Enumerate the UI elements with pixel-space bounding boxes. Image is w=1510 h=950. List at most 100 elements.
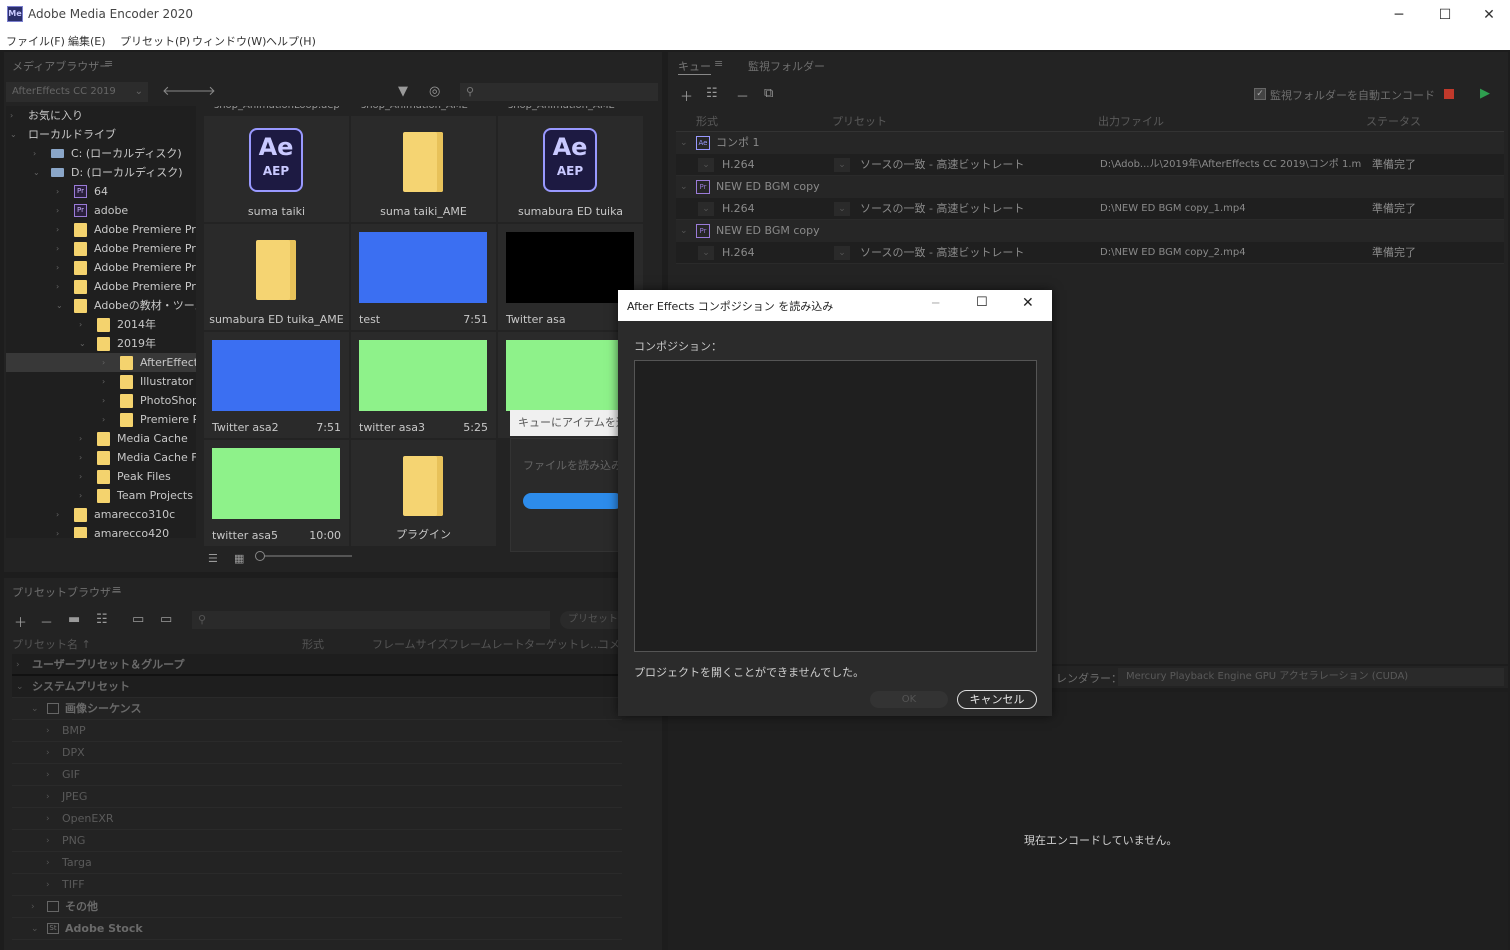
media-item[interactable]: suma taiki_AME (351, 116, 496, 222)
new-group-icon[interactable]: ▬ (68, 612, 80, 627)
dialog-close-button[interactable]: ✕ (1022, 295, 1034, 311)
stop-icon[interactable] (1444, 89, 1454, 99)
add-preset-icon[interactable]: ＋ (14, 612, 27, 631)
tree-item[interactable]: › AfterEffects (6, 353, 196, 372)
preset-dropdown-icon[interactable]: ⌄ (834, 158, 850, 172)
expand-arrow-icon[interactable]: ⌄ (56, 296, 63, 315)
media-item[interactable]: プラグイン (351, 440, 496, 546)
media-item[interactable]: twitter asa3 5:25 (351, 332, 496, 438)
expand-arrow-icon[interactable]: › (46, 720, 50, 742)
expand-arrow-icon[interactable]: › (56, 220, 59, 239)
expand-arrow-icon[interactable]: › (102, 353, 105, 372)
composition-list[interactable] (634, 360, 1037, 652)
tree-item[interactable]: › amarecco310c (6, 505, 196, 524)
col-output[interactable]: 出力ファイル (1098, 112, 1164, 132)
queue-source-row[interactable]: ⌄ Ae コンポ 1 (676, 132, 1504, 154)
expand-arrow-icon[interactable]: › (79, 315, 82, 334)
media-item[interactable]: Ae AEP sumabura ED tuika (498, 116, 643, 222)
queue-settings-icon[interactable]: ☷ (706, 86, 718, 101)
dialog-minimize-button[interactable]: ─ (932, 296, 939, 310)
media-item[interactable]: twitter asa5 10:00 (204, 440, 349, 546)
col-preset[interactable]: プリセット (832, 112, 887, 132)
forward-arrow-icon[interactable]: 🡒 (181, 83, 216, 99)
tree-item[interactable]: ⌄ 2019年 (6, 334, 196, 353)
filter-icon[interactable]: ▼ (398, 84, 408, 99)
expand-arrow-icon[interactable]: › (79, 486, 82, 505)
preset-row[interactable]: › JPEG (12, 786, 622, 808)
tree-item[interactable]: › PhotoShop (6, 391, 196, 410)
import-icon[interactable]: ▭ (132, 612, 144, 627)
tree-item[interactable]: › C: (ローカルディスク) (6, 144, 196, 163)
expand-arrow-icon[interactable]: ⌄ (16, 676, 24, 698)
queue-output-row[interactable]: ⌄ H.264 ⌄ ソースの一致 - 高速ビットレート D:\Adob...ル\2019… (676, 154, 1504, 176)
menu-window[interactable]: ウィンドウ(W) (192, 33, 266, 49)
preset-row[interactable]: › GIF (12, 764, 622, 786)
tab-queue[interactable]: キュー (678, 58, 711, 75)
tree-item[interactable]: › Peak Files (6, 467, 196, 486)
expand-arrow-icon[interactable]: ⌄ (680, 220, 688, 242)
dialog-maximize-button[interactable]: ☐ (976, 295, 988, 310)
expand-arrow-icon[interactable]: › (46, 852, 50, 874)
expand-arrow-icon[interactable]: › (46, 830, 50, 852)
menu-preset[interactable]: プリセット(P) (120, 33, 190, 49)
preset-column-header[interactable]: プリセット名 ↑ (12, 636, 91, 652)
zoom-slider[interactable] (256, 555, 352, 557)
preset-row[interactable]: › ユーザープリセット＆グループ (12, 654, 622, 676)
remove-preset-icon[interactable]: － (40, 612, 53, 631)
preset-row[interactable]: › PNG (12, 830, 622, 852)
expand-arrow-icon[interactable]: › (56, 505, 59, 524)
panel-menu-icon[interactable]: ≡ (104, 57, 113, 70)
export-icon[interactable]: ▭ (160, 612, 172, 627)
tree-item[interactable]: › Adobe Premiere Pro (6, 277, 196, 296)
media-item[interactable]: sumabura ED tuika_AME (204, 224, 349, 330)
expand-arrow-icon[interactable]: ⌄ (79, 334, 86, 353)
queue-output-file[interactable]: D:\Adob...ル\2019年\AfterEffects CC 2019\コ… (1100, 154, 1362, 176)
queue-source-row[interactable]: ⌄ Pr NEW ED BGM copy (676, 220, 1504, 242)
expand-arrow-icon[interactable]: ⌄ (33, 163, 40, 182)
expand-arrow-icon[interactable]: › (56, 182, 59, 201)
tab-watch-folders[interactable]: 監視フォルダー (748, 58, 825, 74)
preset-row[interactable]: ⌄ St Adobe Stock (12, 918, 622, 940)
tree-item[interactable]: › Pr adobe (6, 201, 196, 220)
play-icon[interactable]: ▶ (1480, 86, 1490, 101)
tree-item[interactable]: › 2014年 (6, 315, 196, 334)
expand-arrow-icon[interactable]: › (46, 764, 50, 786)
menu-edit[interactable]: 編集(E) (68, 33, 106, 49)
media-item[interactable]: Twitter asa2 7:51 (204, 332, 349, 438)
queue-format[interactable]: H.264 (722, 198, 755, 220)
queue-source-row[interactable]: ⌄ Pr NEW ED BGM copy (676, 176, 1504, 198)
media-browser-title[interactable]: メディアブラウザー (12, 58, 110, 74)
format-dropdown-icon[interactable]: ⌄ (698, 246, 714, 260)
col-format[interactable]: 形式 (696, 112, 718, 132)
tree-item[interactable]: ⌄ ローカルドライブ (6, 125, 196, 144)
tree-item[interactable]: › Pr 64 (6, 182, 196, 201)
ok-button[interactable]: OK (870, 691, 948, 708)
cancel-button[interactable]: キャンセル (957, 690, 1037, 709)
preset-row[interactable]: › Targa (12, 852, 622, 874)
preset-dropdown-icon[interactable]: ⌄ (834, 202, 850, 216)
auto-encode-checkbox[interactable]: ✓ (1254, 88, 1266, 100)
tree-item[interactable]: › Media Cache Fil (6, 448, 196, 467)
expand-arrow-icon[interactable]: ⌄ (680, 176, 688, 198)
tree-item[interactable]: › Media Cache (6, 429, 196, 448)
view-icon[interactable]: ◎ (429, 84, 440, 99)
expand-arrow-icon[interactable]: › (102, 410, 105, 429)
format-dropdown-icon[interactable]: ⌄ (698, 158, 714, 172)
expand-arrow-icon[interactable]: › (56, 277, 59, 296)
expand-arrow-icon[interactable]: ⌄ (680, 132, 688, 154)
add-source-icon[interactable]: ＋ (680, 86, 693, 105)
expand-arrow-icon[interactable]: › (79, 467, 82, 486)
queue-format[interactable]: H.264 (722, 242, 755, 264)
preset-search-input[interactable]: ⚲ (192, 611, 550, 629)
tree-item[interactable]: › Team Projects C (6, 486, 196, 505)
tree-item[interactable]: ⌄ Adobeの教材・ツール (6, 296, 196, 315)
minimize-button[interactable]: ─ (1376, 0, 1422, 30)
preset-row[interactable]: › TIFF (12, 874, 622, 896)
list-view-icon[interactable]: ☰ (208, 552, 218, 565)
preset-dropdown-icon[interactable]: ⌄ (834, 246, 850, 260)
tree-item[interactable]: › Adobe Premiere Pro (6, 239, 196, 258)
expand-arrow-icon[interactable]: › (46, 808, 50, 830)
queue-output-row[interactable]: ⌄ H.264 ⌄ ソースの一致 - 高速ビットレート D:\NEW ED BGM co… (676, 198, 1504, 220)
queue-output-row[interactable]: ⌄ H.264 ⌄ ソースの一致 - 高速ビットレート D:\NEW ED BGM co… (676, 242, 1504, 264)
preset-column-header[interactable]: ターゲットレ... (524, 636, 601, 652)
